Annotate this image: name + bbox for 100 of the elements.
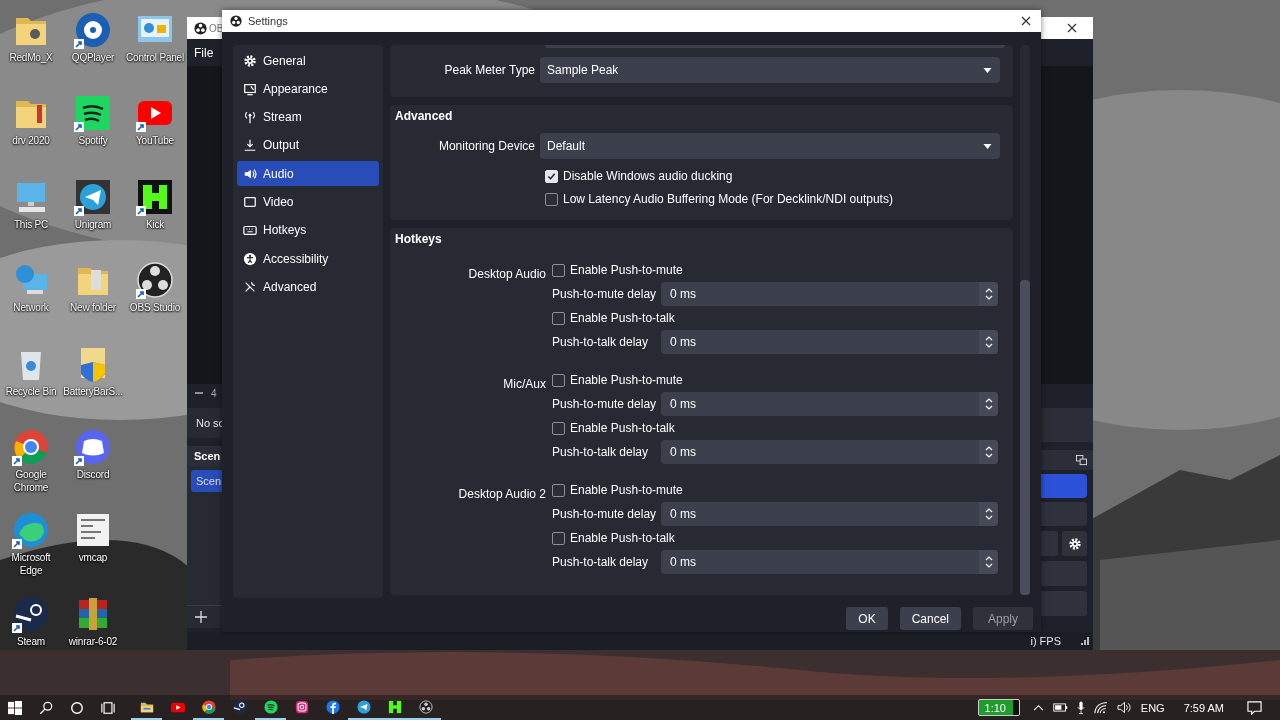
caret-icon — [983, 67, 992, 73]
checkbox-label[interactable]: Low Latency Audio Buffering Mode (For Decklink/NDI outputs) — [563, 192, 893, 206]
nav-item[interactable]: Video — [237, 189, 379, 215]
keyboard-icon — [243, 223, 257, 238]
obs-logo-icon — [194, 21, 207, 35]
app-icon[interactable] — [11, 510, 51, 551]
section-heading: Hotkeys — [395, 231, 443, 248]
checkbox[interactable] — [552, 263, 565, 277]
obs-logo-icon — [230, 15, 242, 27]
section-heading: Advanced — [395, 108, 454, 125]
checkbox[interactable] — [552, 531, 565, 545]
battery-meter[interactable]: 1:10 — [977, 699, 1020, 716]
spin-field[interactable]: 0 ms — [661, 550, 998, 574]
checkbox[interactable] — [552, 421, 565, 435]
checkbox-label[interactable]: Enable Push-to-mute — [570, 263, 683, 277]
field-label: Push-to-talk delay — [552, 555, 650, 569]
checkbox[interactable] — [552, 483, 565, 497]
icon-label[interactable]: vmcap — [78, 551, 108, 565]
field-label: Push-to-talk delay — [552, 445, 650, 459]
checkbox-label[interactable]: Enable Push-to-talk — [570, 531, 675, 545]
add-icon[interactable] — [195, 611, 207, 623]
field-label: Mic/Aux — [502, 376, 546, 393]
gear-icon — [1067, 536, 1082, 551]
nav-item[interactable]: Appearance — [237, 76, 379, 102]
settings-button[interactable] — [1062, 531, 1087, 556]
panel — [1041, 408, 1093, 442]
circle-icon[interactable] — [70, 700, 84, 715]
spin-field[interactable]: 0 ms — [661, 330, 998, 354]
microphone-icon[interactable] — [1076, 700, 1085, 715]
app-icon[interactable] — [135, 260, 175, 301]
spin-field[interactable]: 0 ms — [661, 282, 998, 306]
dock-title: Scen — [194, 450, 221, 462]
volume-icon[interactable] — [1116, 701, 1132, 714]
checkbox[interactable] — [545, 192, 558, 206]
app-icon — [232, 699, 247, 714]
nav-item[interactable]: Advanced — [237, 274, 379, 300]
field-label: Peak Meter Type — [443, 63, 536, 77]
popout-icon[interactable] — [1076, 454, 1087, 466]
battery-icon[interactable] — [1052, 703, 1068, 712]
spin-arrows-icon — [984, 507, 993, 521]
spin-arrows-icon — [984, 287, 993, 301]
checkbox-label[interactable]: Enable Push-to-talk — [570, 421, 675, 435]
spin-field[interactable]: 0 ms — [661, 392, 998, 416]
chevron-up-icon[interactable] — [1032, 704, 1044, 711]
icon-label[interactable]: Microsoft Edge — [0, 551, 62, 578]
language-indicator[interactable]: ENG — [1140, 701, 1165, 714]
cancel-button[interactable]: Cancel — [899, 607, 961, 630]
checkbox-label[interactable]: Enable Push-to-mute — [570, 483, 683, 497]
close-icon[interactable] — [1021, 16, 1031, 26]
icon-label[interactable]: winrar-6-02 — [68, 634, 118, 648]
monitor-icon — [243, 81, 257, 96]
scrollbar[interactable] — [1020, 45, 1030, 595]
window-title: Settings — [248, 15, 288, 27]
clock[interactable]: 7:59 AM — [1183, 701, 1224, 714]
wifi-icon[interactable] — [1093, 701, 1108, 714]
scene-item[interactable]: Scen — [191, 470, 222, 492]
checkbox-label[interactable]: Disable Windows audio ducking — [563, 169, 733, 183]
music-app-icon — [263, 699, 278, 714]
checkbox[interactable] — [552, 311, 565, 325]
icon-label[interactable]: Discord — [76, 467, 110, 481]
gear-icon — [243, 53, 257, 68]
nav-item[interactable]: Audio — [237, 161, 379, 187]
field-label: Desktop Audio 2 — [457, 486, 546, 503]
search-icon[interactable] — [39, 700, 53, 715]
notification-icon[interactable] — [1247, 700, 1262, 715]
field-label: Push-to-mute delay — [552, 287, 656, 301]
ok-button[interactable]: OK — [846, 607, 888, 630]
browser-icon — [201, 699, 216, 714]
close-icon[interactable] — [1067, 23, 1077, 33]
windows-start-icon[interactable] — [8, 700, 22, 715]
checkbox-label[interactable]: Enable Push-to-mute — [570, 373, 683, 387]
zoom-value: 4 — [211, 387, 217, 399]
minus-icon[interactable] — [195, 389, 203, 397]
icon-label[interactable]: This PC — [13, 217, 49, 231]
checkbox-label[interactable]: Enable Push-to-talk — [570, 311, 675, 325]
tools-icon — [243, 279, 257, 294]
spin-field[interactable]: 0 ms — [661, 502, 998, 526]
nav-item[interactable]: Hotkeys — [237, 217, 379, 243]
menu-item[interactable]: File — [194, 45, 214, 60]
nav-item[interactable]: Stream — [237, 104, 379, 130]
spin-arrows-icon — [984, 335, 993, 349]
task-view-icon[interactable] — [101, 700, 115, 715]
icon-label[interactable]: Steam — [17, 634, 45, 648]
checkbox[interactable] — [552, 373, 565, 387]
screen-icon — [243, 195, 257, 209]
dropdown[interactable]: Default — [540, 133, 1000, 159]
field-label: Push-to-mute delay — [552, 507, 656, 521]
dropdown[interactable]: Sample Peak — [540, 57, 1000, 83]
caret-icon — [983, 143, 992, 149]
field-label: Push-to-talk delay — [552, 335, 650, 349]
resize-grip-icon[interactable] — [1081, 637, 1089, 645]
scrollbar-thumb[interactable] — [1020, 280, 1030, 595]
nav-item[interactable]: Accessibility — [237, 246, 379, 272]
nav-item[interactable]: General — [237, 48, 379, 73]
spin-field[interactable]: 0 ms — [661, 440, 998, 464]
nav-item[interactable]: Output — [237, 132, 379, 158]
field-label: Push-to-mute delay — [552, 397, 656, 411]
icon-label[interactable]: Google Chrome — [0, 467, 62, 494]
app-icon[interactable] — [73, 10, 113, 50]
app-icon[interactable] — [73, 93, 113, 134]
